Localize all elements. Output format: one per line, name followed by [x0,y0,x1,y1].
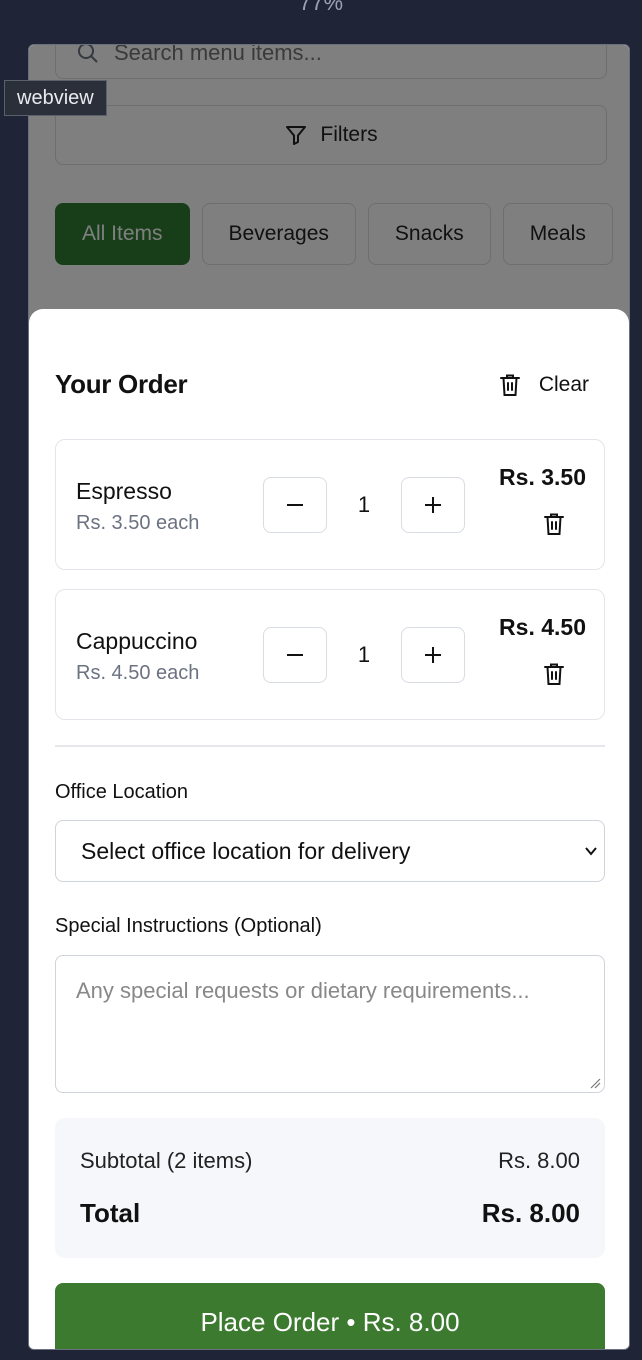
divider [55,745,605,747]
item-total: Rs. 3.50 [499,464,586,490]
item-name: Espresso [76,478,172,504]
order-title: Your Order [55,369,188,399]
remove-item-icon[interactable] [543,512,565,536]
order-summary: Subtotal (2 items) Rs. 8.00 Total Rs. 8.… [55,1118,605,1258]
instructions-placeholder: Any special requests or dietary requirem… [76,978,530,1003]
place-order-button[interactable]: Place Order • Rs. 8.00 [55,1283,605,1349]
order-header: Your Order Clear [55,369,589,400]
webview-frame: Filters All Items Beverages Snacks Meals… [28,44,630,1350]
clear-label: Clear [538,372,589,396]
quantity-value: 1 [357,492,371,517]
remove-item-icon[interactable] [543,662,565,686]
office-location-label: Office Location [55,781,189,803]
order-sheet: Your Order Clear Espresso Rs. 3.50 each … [29,309,629,1349]
trash-icon [499,374,520,396]
subtotal-value: Rs. 8.00 [498,1148,580,1173]
total-value: Rs. 8.00 [481,1198,580,1228]
plus-icon [425,497,441,513]
plus-icon [425,647,441,663]
total-label: Total [80,1198,141,1228]
subtotal-label: Subtotal (2 items) [80,1148,253,1173]
resize-handle-icon[interactable] [589,1077,601,1089]
subtotal-row: Subtotal (2 items) Rs. 8.00 [80,1148,580,1174]
order-item-espresso: Espresso Rs. 3.50 each 1 Rs. 3.50 [55,439,605,570]
quantity-value: 1 [357,642,371,667]
office-location-value: Select office location for delivery [81,837,411,864]
zoom-level: 77% [298,0,344,15]
decrease-quantity-button[interactable] [263,627,327,683]
special-instructions-textarea[interactable]: Any special requests or dietary requirem… [55,955,605,1093]
minus-icon [287,654,303,656]
chevron-down-icon [585,847,597,856]
office-location-select[interactable]: Select office location for delivery [55,820,605,882]
clear-button[interactable]: Clear [499,373,589,397]
increase-quantity-button[interactable] [401,627,465,683]
instructions-label: Special Instructions (Optional) [55,915,322,937]
total-row: Total Rs. 8.00 [80,1198,580,1229]
item-name: Cappuccino [76,628,198,654]
increase-quantity-button[interactable] [401,477,465,533]
item-unit-price: Rs. 3.50 each [76,512,200,534]
item-unit-price: Rs. 4.50 each [76,662,200,684]
item-total: Rs. 4.50 [499,614,586,640]
minus-icon [287,504,303,506]
decrease-quantity-button[interactable] [263,477,327,533]
webview-tag: webview [4,80,107,116]
order-item-cappuccino: Cappuccino Rs. 4.50 each 1 Rs. 4.50 [55,589,605,720]
